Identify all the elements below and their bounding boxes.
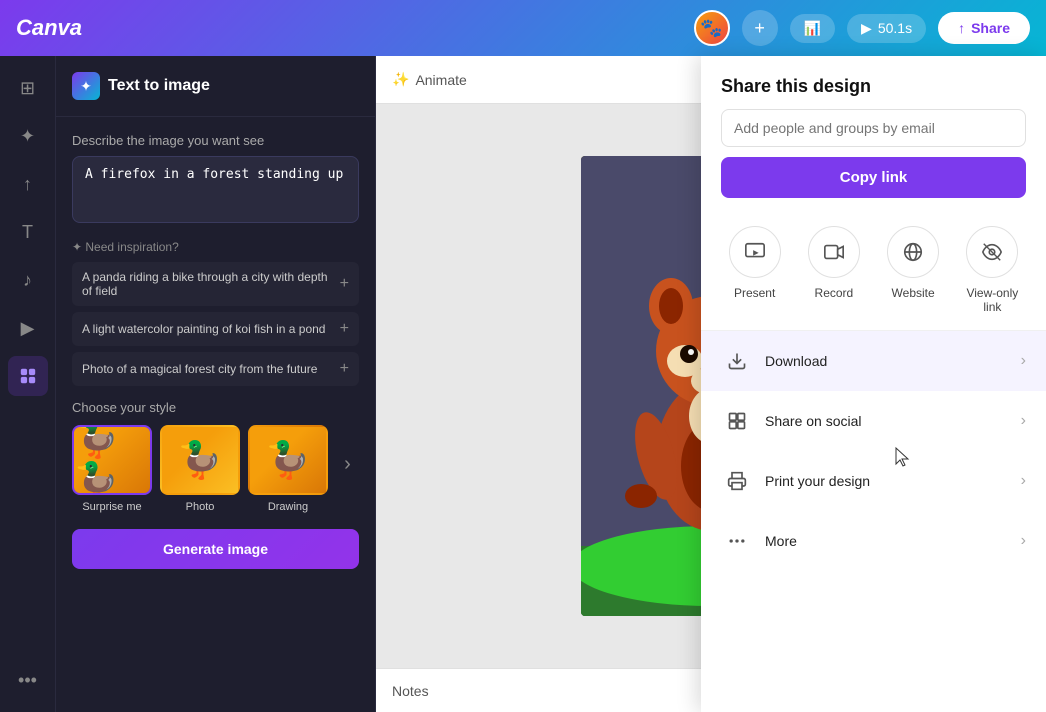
sidebar-item-apps[interactable] — [8, 356, 48, 396]
record-label: Record — [815, 286, 854, 300]
topbar: Canva 🐾 + 📊 ▶ 50.1s ↑ Share — [0, 0, 1046, 56]
panel-header: ✦ Text to image — [56, 56, 375, 117]
view-only-label: View-only link — [959, 286, 1026, 314]
describe-label: Describe the image you want see — [72, 133, 359, 148]
describe-input[interactable] — [72, 156, 359, 223]
share-icon: ↑ — [958, 20, 965, 36]
present-label: Present — [734, 286, 775, 300]
share-actions-grid: Present Record — [701, 210, 1046, 331]
more-icon — [721, 525, 753, 557]
notes-label: Notes — [392, 683, 429, 699]
style-name-drawing: Drawing — [268, 501, 308, 513]
style-drawing[interactable]: 🦆 Drawing — [248, 425, 328, 513]
canvas-area: ✨ Animate — [376, 56, 1046, 712]
print-label: Print your design — [765, 473, 1021, 489]
suggestion-item-1[interactable]: A panda riding a bike through a city wit… — [72, 262, 359, 306]
share-panel: Share this design Copy link Present — [701, 56, 1046, 712]
record-action[interactable]: Record — [800, 226, 867, 314]
sidebar-item-text[interactable]: T — [8, 212, 48, 252]
share-label: Share — [971, 20, 1010, 36]
website-action[interactable]: Website — [880, 226, 947, 314]
print-icon — [721, 465, 753, 497]
play-icon: ▶ — [861, 20, 872, 37]
style-thumb-surprise: 🦆🦆 — [72, 425, 152, 495]
main-layout: ⊞ ✦ ↑ T ♪ ▶ ••• ✦ Text to image Describe… — [0, 56, 1046, 712]
canva-logo: Canva — [16, 15, 82, 41]
text-to-image-icon: ✦ — [72, 72, 100, 100]
suggestion-text-2: A light watercolor painting of koi fish … — [82, 322, 340, 336]
download-chevron: › — [1021, 352, 1026, 370]
print-item[interactable]: Print your design › — [701, 451, 1046, 511]
more-chevron: › — [1021, 532, 1026, 550]
more-label: More — [765, 533, 1021, 549]
style-surprise[interactable]: 🦆🦆 Surprise me — [72, 425, 152, 513]
style-thumb-photo: 🦆 — [160, 425, 240, 495]
download-item[interactable]: Download › — [701, 331, 1046, 391]
suggestion-text-1: A panda riding a bike through a city wit… — [82, 270, 340, 298]
website-label: Website — [892, 286, 935, 300]
share-button[interactable]: ↑ Share — [938, 12, 1030, 44]
email-input[interactable] — [721, 109, 1026, 147]
style-name-photo: Photo — [186, 501, 215, 513]
suggestion-plus-1: + — [340, 275, 349, 293]
suggestion-plus-2: + — [340, 320, 349, 338]
print-chevron: › — [1021, 472, 1026, 490]
style-thumb-drawing: 🦆 — [248, 425, 328, 495]
record-icon — [808, 226, 860, 278]
suggestion-text-3: Photo of a magical forest city from the … — [82, 362, 340, 376]
sidebar-icons: ⊞ ✦ ↑ T ♪ ▶ ••• — [0, 56, 56, 712]
panel-content: Describe the image you want see ✦ Need i… — [56, 117, 375, 712]
analytics-button[interactable]: 📊 — [790, 14, 835, 43]
share-panel-header: Share this design Copy link — [701, 56, 1046, 210]
bar-chart-icon: 📊 — [804, 20, 821, 37]
play-button[interactable]: ▶ 50.1s — [847, 14, 926, 43]
style-grid: 🦆🦆 Surprise me 🦆 Photo 🦆 Drawing › — [72, 425, 359, 513]
view-only-action[interactable]: View-only link — [959, 226, 1026, 314]
suggestion-item-3[interactable]: Photo of a magical forest city from the … — [72, 352, 359, 386]
play-duration: 50.1s — [878, 20, 912, 36]
style-more-btn[interactable]: › — [336, 415, 359, 513]
download-label: Download — [765, 353, 1021, 369]
share-panel-title: Share this design — [721, 76, 1026, 97]
animate-label: Animate — [415, 72, 466, 88]
sidebar-item-audio[interactable]: ♪ — [8, 260, 48, 300]
share-social-chevron: › — [1021, 412, 1026, 430]
user-avatar[interactable]: 🐾 — [694, 10, 730, 46]
present-icon — [729, 226, 781, 278]
left-panel: ✦ Text to image Describe the image you w… — [56, 56, 376, 712]
panel-title: Text to image — [108, 77, 210, 95]
download-icon — [721, 345, 753, 377]
add-button[interactable]: + — [742, 10, 778, 46]
suggestion-plus-3: + — [340, 360, 349, 378]
sidebar-item-uploads[interactable]: ↑ — [8, 164, 48, 204]
view-only-icon — [966, 226, 1018, 278]
inspiration-label: ✦ Need inspiration? — [72, 240, 359, 254]
animate-icon: ✨ — [392, 71, 409, 88]
sidebar-item-video[interactable]: ▶ — [8, 308, 48, 348]
generate-button[interactable]: Generate image — [72, 529, 359, 569]
present-action[interactable]: Present — [721, 226, 788, 314]
share-social-label: Share on social — [765, 413, 1021, 429]
sidebar-item-more[interactable]: ••• — [8, 660, 48, 700]
sidebar-item-grid[interactable]: ⊞ — [8, 68, 48, 108]
suggestion-item-2[interactable]: A light watercolor painting of koi fish … — [72, 312, 359, 346]
share-social-icon — [721, 405, 753, 437]
animate-button[interactable]: ✨ Animate — [392, 71, 467, 88]
more-item[interactable]: More › — [701, 511, 1046, 571]
copy-link-button[interactable]: Copy link — [721, 157, 1026, 198]
style-name-surprise: Surprise me — [82, 501, 141, 513]
share-social-item[interactable]: Share on social › — [701, 391, 1046, 451]
style-label: Choose your style — [72, 400, 359, 415]
style-photo[interactable]: 🦆 Photo — [160, 425, 240, 513]
website-icon — [887, 226, 939, 278]
sidebar-item-elements[interactable]: ✦ — [8, 116, 48, 156]
